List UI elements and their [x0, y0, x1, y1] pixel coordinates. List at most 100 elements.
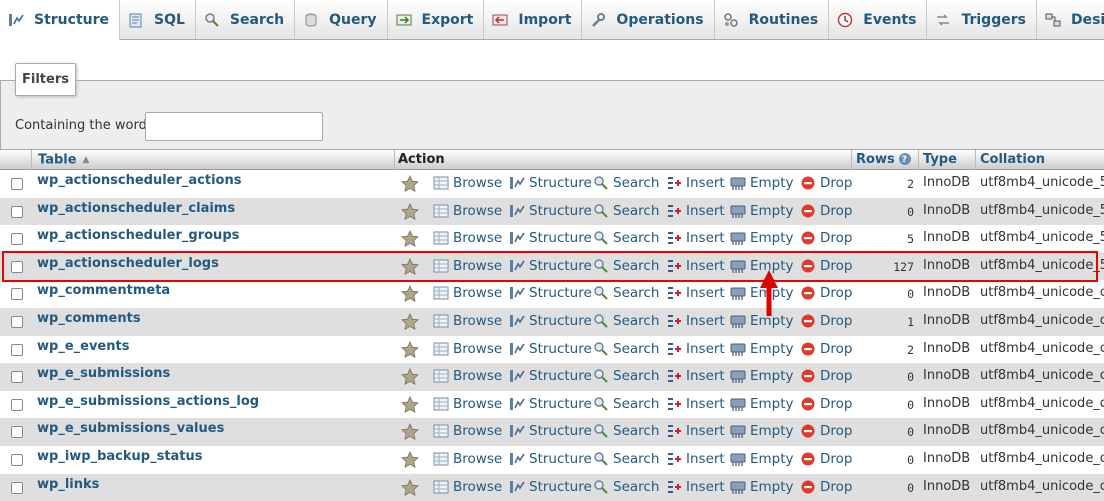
insert-link[interactable]: Insert	[666, 175, 725, 191]
favorite-star-icon[interactable]	[401, 368, 419, 386]
structure-link[interactable]: Structure	[509, 451, 592, 467]
browse-link[interactable]: Browse	[433, 368, 502, 384]
structure-link[interactable]: Structure	[509, 313, 592, 329]
favorite-star-icon[interactable]	[401, 450, 419, 469]
browse-link[interactable]: Browse	[433, 313, 502, 329]
insert-link[interactable]: Insert	[666, 368, 725, 384]
tab-export[interactable]: Export	[387, 0, 485, 39]
favorite-star-icon[interactable]	[401, 395, 419, 414]
browse-link[interactable]: Browse	[433, 479, 502, 495]
row-checkbox[interactable]	[11, 178, 23, 190]
row-checkbox[interactable]	[11, 315, 23, 328]
drop-link[interactable]: Drop	[800, 451, 852, 467]
browse-link[interactable]: Browse	[433, 230, 502, 246]
drop-link[interactable]: Drop	[800, 203, 852, 219]
empty-link[interactable]: Empty	[730, 341, 794, 357]
column-header-label[interactable]: Rows	[856, 152, 895, 167]
insert-link[interactable]: Insert	[666, 423, 725, 439]
tab-routines[interactable]: Routines	[714, 0, 830, 39]
tab-triggers[interactable]: Triggers	[927, 0, 1037, 39]
drop-link[interactable]: Drop	[800, 285, 852, 301]
favorite-star-icon[interactable]	[401, 423, 419, 441]
structure-link[interactable]: Structure	[509, 258, 592, 274]
structure-link[interactable]: Structure	[509, 368, 592, 384]
structure-link[interactable]: Structure	[509, 175, 592, 191]
row-checkbox[interactable]	[11, 453, 23, 466]
column-header-type[interactable]: Type	[923, 150, 957, 170]
empty-link[interactable]: Empty	[730, 451, 794, 467]
column-header-label[interactable]: Type	[923, 152, 957, 167]
insert-link[interactable]: Insert	[666, 258, 725, 274]
row-checkbox[interactable]	[11, 205, 23, 218]
row-checkbox[interactable]	[11, 343, 23, 356]
search-link[interactable]: Search	[593, 285, 659, 301]
table-name-link[interactable]: wp_actionscheduler_actions	[37, 173, 241, 188]
favorite-star-icon[interactable]	[401, 202, 419, 221]
structure-link[interactable]: Structure	[509, 396, 592, 412]
column-header-table[interactable]: Table ▲	[38, 150, 89, 170]
insert-link[interactable]: Insert	[666, 396, 725, 412]
search-link[interactable]: Search	[593, 396, 659, 412]
empty-link[interactable]: Empty	[730, 368, 794, 384]
tab-query[interactable]: Query	[295, 0, 388, 39]
structure-link[interactable]: Structure	[509, 423, 592, 439]
search-link[interactable]: Search	[593, 423, 659, 439]
browse-link[interactable]: Browse	[433, 258, 502, 274]
empty-link[interactable]: Empty	[730, 285, 794, 301]
column-header-label[interactable]: Collation	[980, 152, 1045, 167]
tab-structure[interactable]: Structure	[0, 0, 121, 40]
search-link[interactable]: Search	[593, 230, 659, 246]
table-name-link[interactable]: wp_actionscheduler_claims	[37, 201, 235, 216]
column-header-collation[interactable]: Collation	[980, 150, 1045, 170]
insert-link[interactable]: Insert	[666, 285, 725, 301]
empty-link[interactable]: Empty	[730, 258, 794, 274]
structure-link[interactable]: Structure	[509, 230, 592, 246]
empty-link[interactable]: Empty	[730, 203, 794, 219]
tab-operations[interactable]: Operations	[582, 0, 715, 39]
favorite-star-icon[interactable]	[401, 175, 419, 193]
row-checkbox[interactable]	[11, 481, 23, 494]
drop-link[interactable]: Drop	[800, 230, 852, 246]
drop-link[interactable]: Drop	[800, 396, 852, 412]
insert-link[interactable]: Insert	[666, 451, 725, 467]
favorite-star-icon[interactable]	[401, 230, 419, 248]
browse-link[interactable]: Browse	[433, 341, 502, 357]
insert-link[interactable]: Insert	[666, 479, 725, 495]
table-name-link[interactable]: wp_iwp_backup_status	[37, 449, 203, 464]
drop-link[interactable]: Drop	[800, 423, 852, 439]
search-link[interactable]: Search	[593, 341, 659, 357]
drop-link[interactable]: Drop	[800, 258, 852, 274]
table-name-link[interactable]: wp_actionscheduler_logs	[37, 256, 219, 271]
insert-link[interactable]: Insert	[666, 203, 725, 219]
search-link[interactable]: Search	[593, 451, 659, 467]
empty-link[interactable]: Empty	[730, 230, 794, 246]
favorite-star-icon[interactable]	[401, 285, 419, 303]
drop-link[interactable]: Drop	[800, 175, 852, 191]
favorite-star-icon[interactable]	[401, 313, 419, 331]
search-link[interactable]: Search	[593, 203, 659, 219]
search-link[interactable]: Search	[593, 368, 659, 384]
drop-link[interactable]: Drop	[800, 313, 852, 329]
row-checkbox[interactable]	[11, 288, 23, 301]
search-link[interactable]: Search	[593, 313, 659, 329]
drop-link[interactable]: Drop	[800, 368, 852, 384]
row-checkbox[interactable]	[11, 233, 23, 246]
table-name-link[interactable]: wp_e_submissions_values	[37, 421, 224, 436]
table-name-link[interactable]: wp_commentmeta	[37, 283, 170, 298]
browse-link[interactable]: Browse	[433, 203, 502, 219]
empty-link[interactable]: Empty	[730, 313, 794, 329]
search-link[interactable]: Search	[593, 258, 659, 274]
drop-link[interactable]: Drop	[800, 341, 852, 357]
empty-link[interactable]: Empty	[730, 396, 794, 412]
help-icon[interactable]	[898, 150, 911, 170]
search-link[interactable]: Search	[593, 479, 659, 495]
structure-link[interactable]: Structure	[509, 479, 592, 495]
insert-link[interactable]: Insert	[666, 313, 725, 329]
search-link[interactable]: Search	[593, 175, 659, 191]
favorite-star-icon[interactable]	[401, 478, 419, 497]
browse-link[interactable]: Browse	[433, 451, 502, 467]
row-checkbox[interactable]	[11, 371, 23, 384]
tab-sql[interactable]: SQL	[120, 0, 196, 39]
drop-link[interactable]: Drop	[800, 479, 852, 495]
tab-import[interactable]: Import	[484, 0, 583, 39]
